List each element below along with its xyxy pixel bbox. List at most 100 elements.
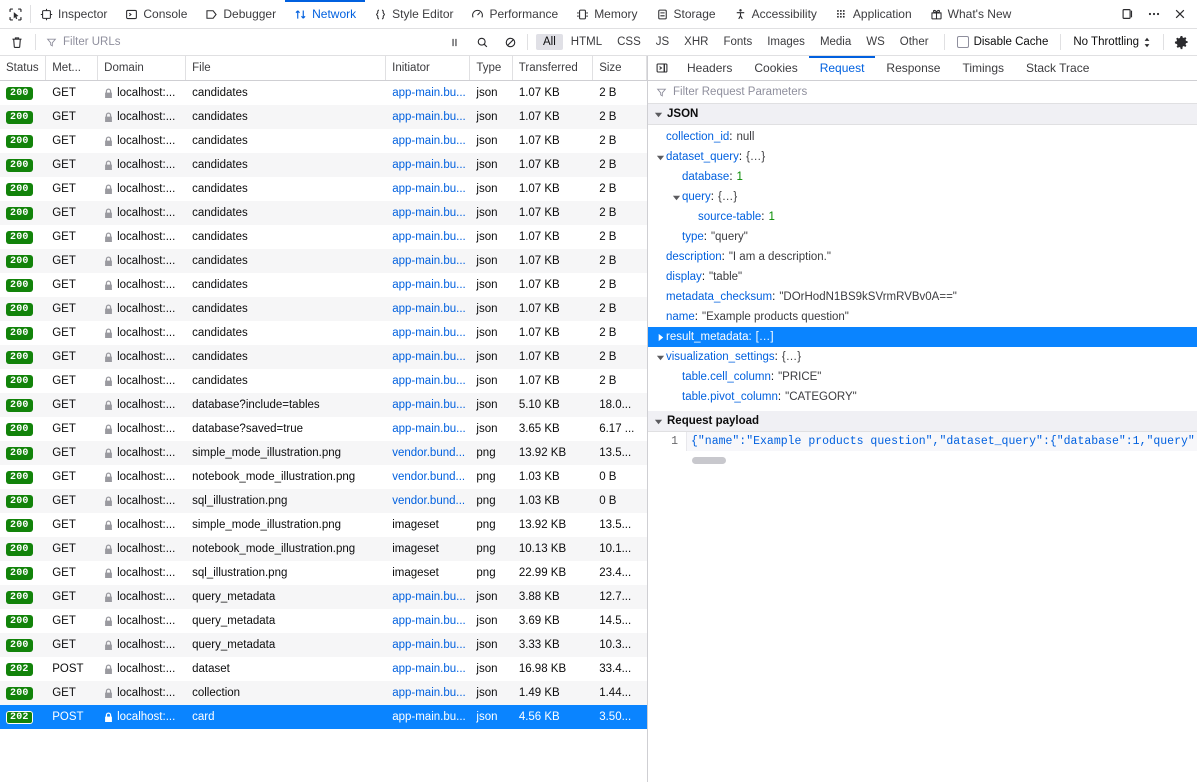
- json-row[interactable]: table.cell_column:"PRICE": [648, 367, 1197, 387]
- table-row[interactable]: 200GETlocalhost:...candidatesapp-main.bu…: [0, 297, 647, 321]
- table-row[interactable]: 200GETlocalhost:...query_metadataapp-mai…: [0, 609, 647, 633]
- initiator-link[interactable]: app-main.bu...: [392, 711, 466, 723]
- table-row[interactable]: 202POSTlocalhost:...datasetapp-main.bu..…: [0, 657, 647, 681]
- initiator-link[interactable]: app-main.bu...: [392, 111, 466, 123]
- table-row[interactable]: 200GETlocalhost:...candidatesapp-main.bu…: [0, 201, 647, 225]
- table-row[interactable]: 200GETlocalhost:...query_metadataapp-mai…: [0, 633, 647, 657]
- column-header-initiator[interactable]: Initiator: [386, 56, 470, 80]
- request-payload-section-header[interactable]: Request payload: [648, 411, 1197, 432]
- close-icon[interactable]: [1167, 1, 1193, 27]
- tab-stack-trace[interactable]: Stack Trace: [1015, 56, 1100, 80]
- json-row[interactable]: query:{…}: [648, 187, 1197, 207]
- filter-type-js[interactable]: JS: [649, 34, 676, 50]
- tab-style-editor[interactable]: Style Editor: [365, 0, 462, 28]
- json-row[interactable]: description:"I am a description.": [648, 247, 1197, 267]
- initiator-link[interactable]: app-main.bu...: [392, 327, 466, 339]
- table-row[interactable]: 200GETlocalhost:...candidatesapp-main.bu…: [0, 321, 647, 345]
- json-row[interactable]: visualization_settings:{…}: [648, 347, 1197, 367]
- horizontal-scrollbar[interactable]: [692, 457, 726, 464]
- initiator-link[interactable]: app-main.bu...: [392, 423, 466, 435]
- tab-network[interactable]: Network: [285, 0, 365, 28]
- tab-console[interactable]: Console: [116, 0, 196, 28]
- tab-cookies[interactable]: Cookies: [743, 56, 808, 80]
- tab-debugger[interactable]: Debugger: [196, 0, 285, 28]
- tab-inspector[interactable]: Inspector: [31, 0, 116, 28]
- trash-icon[interactable]: [3, 30, 31, 54]
- filter-type-all[interactable]: All: [536, 34, 563, 50]
- tab-application[interactable]: Application: [826, 0, 921, 28]
- filter-type-xhr[interactable]: XHR: [677, 34, 715, 50]
- table-row[interactable]: 200GETlocalhost:...candidatesapp-main.bu…: [0, 105, 647, 129]
- search-icon[interactable]: [469, 29, 495, 55]
- collapse-panel-icon[interactable]: [648, 56, 676, 80]
- table-row[interactable]: 200GETlocalhost:...candidatesapp-main.bu…: [0, 225, 647, 249]
- json-row[interactable]: database:1: [648, 167, 1197, 187]
- meatball-menu-icon[interactable]: [1141, 1, 1167, 27]
- json-row[interactable]: source-table:1: [648, 207, 1197, 227]
- table-row[interactable]: 200GETlocalhost:...database?saved=trueap…: [0, 417, 647, 441]
- initiator-link[interactable]: vendor.bund...: [392, 447, 465, 459]
- json-section-header[interactable]: JSON: [648, 104, 1197, 125]
- json-row[interactable]: display:"table": [648, 267, 1197, 287]
- json-row[interactable]: table.pivot_column:"CATEGORY": [648, 387, 1197, 407]
- tab-storage[interactable]: Storage: [647, 0, 725, 28]
- table-row[interactable]: 200GETlocalhost:...notebook_mode_illustr…: [0, 465, 647, 489]
- initiator-link[interactable]: imageset: [392, 543, 439, 555]
- initiator-link[interactable]: app-main.bu...: [392, 639, 466, 651]
- table-row[interactable]: 200GETlocalhost:...candidatesapp-main.bu…: [0, 249, 647, 273]
- column-header-transferred[interactable]: Transferred: [513, 56, 593, 80]
- filter-type-images[interactable]: Images: [760, 34, 812, 50]
- tab-accessibility[interactable]: Accessibility: [725, 0, 826, 28]
- table-row[interactable]: 202POSTlocalhost:...cardapp-main.bu...js…: [0, 705, 647, 729]
- initiator-link[interactable]: vendor.bund...: [392, 495, 465, 507]
- initiator-link[interactable]: app-main.bu...: [392, 255, 466, 267]
- table-row[interactable]: 200GETlocalhost:...candidatesapp-main.bu…: [0, 81, 647, 105]
- initiator-link[interactable]: app-main.bu...: [392, 375, 466, 387]
- dock-layout-icon[interactable]: [1115, 1, 1141, 27]
- tab-performance[interactable]: Performance: [462, 0, 567, 28]
- filter-type-media[interactable]: Media: [813, 34, 858, 50]
- initiator-link[interactable]: app-main.bu...: [392, 351, 466, 363]
- table-row[interactable]: 200GETlocalhost:...collectionapp-main.bu…: [0, 681, 647, 705]
- column-header-method[interactable]: Met...: [46, 56, 98, 80]
- json-tree[interactable]: collection_id:nulldataset_query:{…}datab…: [648, 125, 1197, 411]
- block-icon[interactable]: [497, 29, 523, 55]
- table-row[interactable]: 200GETlocalhost:...candidatesapp-main.bu…: [0, 369, 647, 393]
- table-row[interactable]: 200GETlocalhost:...candidatesapp-main.bu…: [0, 345, 647, 369]
- initiator-link[interactable]: imageset: [392, 519, 439, 531]
- tab-headers[interactable]: Headers: [676, 56, 743, 80]
- initiator-link[interactable]: imageset: [392, 567, 439, 579]
- tab-memory[interactable]: Memory: [567, 0, 646, 28]
- table-row[interactable]: 200GETlocalhost:...sql_illustration.pngi…: [0, 561, 647, 585]
- json-row[interactable]: metadata_checksum:"DOrHodN1BS9kSVrmRVBv0…: [648, 287, 1197, 307]
- initiator-link[interactable]: app-main.bu...: [392, 615, 466, 627]
- column-header-file[interactable]: File: [186, 56, 386, 80]
- filter-type-css[interactable]: CSS: [610, 34, 648, 50]
- column-header-status[interactable]: Status: [0, 56, 46, 80]
- json-row[interactable]: name:"Example products question": [648, 307, 1197, 327]
- gear-icon[interactable]: [1168, 29, 1194, 55]
- initiator-link[interactable]: app-main.bu...: [392, 687, 466, 699]
- table-row[interactable]: 200GETlocalhost:...database?include=tabl…: [0, 393, 647, 417]
- initiator-link[interactable]: app-main.bu...: [392, 663, 466, 675]
- initiator-link[interactable]: app-main.bu...: [392, 183, 466, 195]
- json-row[interactable]: collection_id:null: [648, 127, 1197, 147]
- table-row[interactable]: 200GETlocalhost:...simple_mode_illustrat…: [0, 513, 647, 537]
- filter-type-fonts[interactable]: Fonts: [716, 34, 759, 50]
- initiator-link[interactable]: app-main.bu...: [392, 231, 466, 243]
- table-row[interactable]: 200GETlocalhost:...candidatesapp-main.bu…: [0, 177, 647, 201]
- initiator-link[interactable]: app-main.bu...: [392, 279, 466, 291]
- column-header-type[interactable]: Type: [470, 56, 512, 80]
- initiator-link[interactable]: app-main.bu...: [392, 207, 466, 219]
- table-row[interactable]: 200GETlocalhost:...query_metadataapp-mai…: [0, 585, 647, 609]
- initiator-link[interactable]: app-main.bu...: [392, 303, 466, 315]
- json-twisty[interactable]: [670, 193, 682, 202]
- table-row[interactable]: 200GETlocalhost:...candidatesapp-main.bu…: [0, 273, 647, 297]
- initiator-link[interactable]: app-main.bu...: [392, 591, 466, 603]
- tab-timings[interactable]: Timings: [951, 56, 1015, 80]
- table-row[interactable]: 200GETlocalhost:...candidatesapp-main.bu…: [0, 129, 647, 153]
- tab-response[interactable]: Response: [875, 56, 951, 80]
- initiator-link[interactable]: app-main.bu...: [392, 399, 466, 411]
- disable-cache-checkbox[interactable]: Disable Cache: [949, 36, 1057, 48]
- tab-whats-new[interactable]: What's New: [921, 0, 1021, 28]
